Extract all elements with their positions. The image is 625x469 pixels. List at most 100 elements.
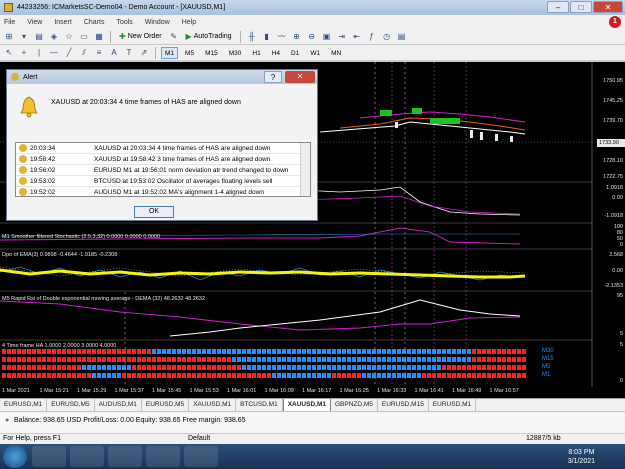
bull-block	[457, 357, 461, 362]
bear-block	[477, 373, 481, 378]
horizontal-line-icon[interactable]: —	[48, 47, 60, 59]
metaeditor-icon[interactable]: ✎	[168, 31, 180, 43]
bear-block	[152, 357, 156, 362]
data-window-icon[interactable]: ◈	[48, 31, 60, 43]
metatrader-icon[interactable]	[184, 446, 218, 467]
bear-block	[482, 349, 486, 354]
menu-help[interactable]: Help	[182, 19, 196, 26]
indicators-icon[interactable]: ƒ	[366, 31, 378, 43]
time-axis-label: 1 Mar 16:09	[264, 388, 294, 394]
bull-block	[377, 349, 381, 354]
strategy-tester-icon[interactable]: ▦	[93, 31, 105, 43]
bear-block	[507, 365, 511, 370]
menu-insert[interactable]: Insert	[54, 19, 72, 26]
vertical-line-icon[interactable]: |	[33, 47, 45, 59]
zoom-out-icon[interactable]: ⊖	[306, 31, 318, 43]
system-clock[interactable]: 8:03 PM 3/1/2021	[568, 448, 595, 466]
bear-block	[27, 357, 31, 362]
maximize-button[interactable]: □	[570, 1, 592, 13]
skype-icon[interactable]	[108, 446, 142, 467]
minimize-button[interactable]: –	[547, 1, 569, 13]
cursor-icon[interactable]: ↖	[3, 47, 15, 59]
alert-dialog: Alert ? ✕ XAUUSD at 20:03:34 4 time fram…	[6, 69, 318, 221]
bull-block	[327, 349, 331, 354]
menu-view[interactable]: View	[27, 19, 42, 26]
channel-icon[interactable]: ⫽	[78, 47, 90, 59]
label-icon[interactable]: T	[123, 47, 135, 59]
time-axis-label: 1 Mar 2021	[2, 388, 30, 394]
tile-windows-icon[interactable]: ▣	[321, 31, 333, 43]
bull-block	[227, 349, 231, 354]
bear-block	[82, 357, 86, 362]
timeframe-row-label: M5	[542, 364, 551, 370]
bar-chart-icon[interactable]: ╫	[246, 31, 258, 43]
bear-block	[22, 365, 26, 370]
bull-block	[152, 349, 156, 354]
bear-block	[127, 349, 131, 354]
close-button[interactable]: ✕	[593, 1, 623, 13]
navigator-icon[interactable]: ☆	[63, 31, 75, 43]
zoom-in-icon[interactable]: ⊕	[291, 31, 303, 43]
start-button[interactable]	[3, 445, 27, 468]
timeframe-mn[interactable]: MN	[327, 47, 345, 59]
text-icon[interactable]: A	[108, 47, 120, 59]
folder-icon[interactable]	[146, 446, 180, 467]
alert-row[interactable]: 19:52:02 AUDUSD M1 at 19:52:02 MA's align…	[16, 187, 310, 196]
bear-block	[222, 357, 226, 362]
crosshair-icon[interactable]: +	[18, 47, 30, 59]
autotrading-button[interactable]: ▶ AutoTrading	[183, 30, 235, 43]
timeframe-m30[interactable]: M30	[225, 47, 246, 59]
ok-button[interactable]: OK	[134, 206, 174, 218]
bull-block	[307, 365, 311, 370]
explorer-icon[interactable]	[32, 446, 66, 467]
bear-block	[22, 357, 26, 362]
bull-block	[302, 373, 306, 378]
alert-row[interactable]: 19:53:02 BTCUSD at 19:53:02 Oscillator of…	[16, 176, 310, 187]
bear-block	[132, 373, 136, 378]
menu-charts[interactable]: Charts	[84, 19, 105, 26]
terminal-icon[interactable]: ▭	[78, 31, 90, 43]
autoscroll-icon[interactable]: ⇥	[336, 31, 348, 43]
fibonacci-icon[interactable]: ≡	[93, 47, 105, 59]
timeframe-h4[interactable]: H4	[268, 47, 284, 59]
periods-icon[interactable]: ◷	[381, 31, 393, 43]
alert-help-button[interactable]: ?	[264, 71, 282, 83]
alert-list-scrollbar[interactable]	[300, 143, 310, 196]
timeframe-w1[interactable]: W1	[306, 47, 324, 59]
bull-block	[312, 349, 316, 354]
trendline-icon[interactable]: ╱	[63, 47, 75, 59]
market-watch-icon[interactable]: ▤	[33, 31, 45, 43]
profiles-icon[interactable]: ▾	[18, 31, 30, 43]
timeframe-m1[interactable]: M1	[161, 46, 179, 59]
bear-block	[147, 349, 151, 354]
bull-block	[237, 349, 241, 354]
new-chart-icon[interactable]: ⊞	[3, 31, 15, 43]
new-order-button[interactable]: ✚ New Order	[116, 30, 165, 43]
arrows-icon[interactable]: ⇗	[138, 47, 150, 59]
bear-block	[112, 349, 116, 354]
menu-tools[interactable]: Tools	[116, 19, 132, 26]
alert-row[interactable]: 19:56:02 EURUSD M1 at 19:56:01 norm devia…	[16, 165, 310, 176]
bear-block	[162, 373, 166, 378]
bull-block	[257, 365, 261, 370]
chrome-icon[interactable]	[70, 446, 104, 467]
menu-file[interactable]: File	[4, 19, 15, 26]
standard-toolbar: ⊞ ▾ ▤ ◈ ☆ ▭ ▦ ✚ New Order ✎ ▶ AutoTrading …	[0, 29, 625, 45]
templates-icon[interactable]: ▤	[396, 31, 408, 43]
alert-history-list[interactable]: 20:03:34 XAUUSD at 20:03:34 4 time frames…	[15, 142, 311, 197]
bear-block	[67, 357, 71, 362]
candlestick-icon[interactable]: ▮	[261, 31, 273, 43]
alert-close-button[interactable]: ✕	[285, 71, 315, 83]
timeframe-d1[interactable]: D1	[287, 47, 303, 59]
menu-window[interactable]: Window	[145, 19, 170, 26]
chart-shift-icon[interactable]: ⇤	[351, 31, 363, 43]
bear-block	[42, 357, 46, 362]
timeframe-m5[interactable]: M5	[181, 47, 198, 59]
alert-row[interactable]: 19:58:42 XAUUSD at 19:58:42 3 time frames…	[16, 154, 310, 165]
timeframe-m15[interactable]: M15	[201, 47, 222, 59]
alert-row[interactable]: 20:03:34 XAUUSD at 20:03:34 4 time frames…	[16, 143, 310, 154]
toolbar-separator	[155, 46, 156, 59]
notification-badge[interactable]: 1	[609, 16, 621, 28]
timeframe-h1[interactable]: H1	[248, 47, 264, 59]
line-chart-icon[interactable]: 〰	[276, 31, 288, 43]
